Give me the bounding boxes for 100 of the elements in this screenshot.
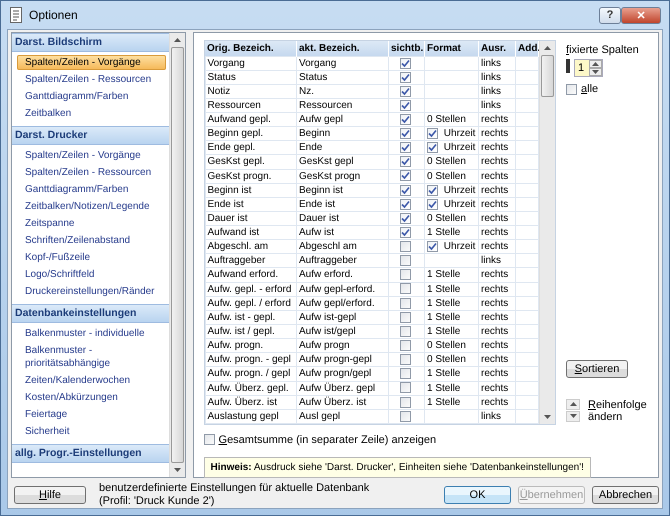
scrollbar-thumb[interactable] xyxy=(541,55,554,97)
checkbox[interactable] xyxy=(400,368,410,380)
checkbox[interactable] xyxy=(427,198,438,210)
checkbox[interactable] xyxy=(400,198,410,210)
section-header[interactable]: Darst. Bildschirm xyxy=(12,33,168,52)
table-cell: Aufwand erford. xyxy=(205,268,296,282)
checkbox[interactable] xyxy=(427,241,438,252)
table-cell: Ressourcen xyxy=(296,98,388,112)
help-button[interactable]: ? xyxy=(599,6,621,24)
format-text: 1 Stelle xyxy=(427,227,460,238)
table-cell: Aufw Überz. ist xyxy=(296,395,388,410)
section-header[interactable]: allg. Progr.-Einstellungen xyxy=(12,444,168,463)
scroll-down-icon[interactable] xyxy=(544,414,551,419)
table-cell: Notiz xyxy=(205,84,296,98)
scroll-up-icon[interactable] xyxy=(174,38,180,42)
table-cell: Beginn ist xyxy=(296,183,388,198)
checkbox[interactable] xyxy=(400,354,410,366)
dialog-button[interactable]: OK xyxy=(444,486,511,504)
checkbox[interactable] xyxy=(427,142,438,154)
table-cell: Aufw gepl-erford. xyxy=(296,282,388,296)
move-down-icon[interactable] xyxy=(570,414,576,418)
checkbox[interactable] xyxy=(400,255,410,266)
checkbox[interactable] xyxy=(427,184,438,196)
table-cell: Auslastung gepl xyxy=(205,409,296,424)
checkbox[interactable] xyxy=(400,283,410,294)
sidebar-item[interactable]: Ganttdiagramm/Farben xyxy=(17,89,166,104)
checkbox[interactable] xyxy=(400,128,410,140)
checkbox[interactable] xyxy=(400,382,410,394)
sidebar-item[interactable]: Sicherheit xyxy=(17,424,166,439)
checkbox[interactable] xyxy=(400,241,410,252)
spin-field[interactable]: 1 xyxy=(574,59,603,77)
move-up-icon[interactable] xyxy=(570,402,576,406)
scrollbar-thumb[interactable] xyxy=(170,47,184,463)
table-cell: Ressourcen xyxy=(205,98,296,112)
table-cell: Ausl gepl xyxy=(296,409,388,424)
sidebar-item[interactable]: Kosten/Abkürzungen xyxy=(17,390,166,405)
sort-button[interactable]: Sortieren xyxy=(566,360,628,378)
checkbox[interactable] xyxy=(400,142,410,154)
section-header[interactable]: Darst. Drucker xyxy=(12,126,168,145)
spin-down-icon[interactable] xyxy=(592,70,599,74)
table-cell: Vorgang xyxy=(205,56,296,70)
column-header: Format xyxy=(424,41,478,56)
table-cell: rechts xyxy=(478,211,516,226)
sidebar-item[interactable]: Spalten/Zeilen - Vorgänge xyxy=(17,55,166,70)
checkbox[interactable] xyxy=(400,156,410,168)
checkbox[interactable] xyxy=(400,298,410,309)
table-cell: Aufw ist xyxy=(296,226,388,240)
checkbox[interactable] xyxy=(400,170,410,182)
table-cell: links xyxy=(478,70,516,84)
sidebar-item[interactable]: Kopf-/Fußzeile xyxy=(17,250,166,265)
sidebar-item[interactable]: Zeitspanne xyxy=(17,216,166,231)
table-cell: Ende ist xyxy=(296,197,388,212)
table-cell: Aufw. progn. / gepl xyxy=(205,366,296,382)
checkbox[interactable] xyxy=(400,100,410,111)
sidebar-item[interactable]: Zeitbalken/Notizen/Legende xyxy=(17,199,166,214)
checkbox[interactable] xyxy=(400,58,410,69)
checkbox[interactable] xyxy=(400,269,410,280)
checkbox[interactable] xyxy=(400,340,410,352)
scrollbar[interactable] xyxy=(168,33,184,477)
checkbox[interactable] xyxy=(400,86,410,97)
sidebar-item[interactable]: Druckereinstellungen/Ränder xyxy=(17,284,166,299)
checkbox[interactable] xyxy=(204,434,214,446)
sidebar-item[interactable]: Schriften/Zeilenabstand xyxy=(17,233,166,248)
scroll-down-icon[interactable] xyxy=(174,468,180,472)
checkbox[interactable] xyxy=(400,212,410,224)
checkbox[interactable] xyxy=(400,184,410,196)
sidebar-item[interactable]: Balkenmuster - prioritätsabhängige xyxy=(17,343,166,371)
sidebar-item[interactable]: Balkenmuster - individuelle xyxy=(17,326,166,341)
scroll-up-icon[interactable] xyxy=(544,46,551,50)
table-cell: Aufw. Überz. ist xyxy=(205,395,296,410)
checkbox[interactable] xyxy=(427,128,438,140)
sidebar-item[interactable]: Ganttdiagramm/Farben xyxy=(17,182,166,197)
checkbox[interactable] xyxy=(400,396,410,408)
table-cell: rechts xyxy=(478,154,516,170)
sidebar-item[interactable]: Logo/Schriftfeld xyxy=(17,267,166,282)
table-cell: Vorgang xyxy=(296,56,388,70)
column-header: akt. Bezeich. xyxy=(296,41,388,56)
sidebar-item[interactable]: Zeiten/Kalenderwochen xyxy=(17,373,166,388)
help-button[interactable]: Hilfe xyxy=(14,486,86,504)
checkbox[interactable] xyxy=(400,114,410,125)
checkbox[interactable] xyxy=(566,84,577,94)
sidebar-item[interactable]: Feiertage xyxy=(17,407,166,422)
spin-up-icon[interactable] xyxy=(592,62,599,66)
checkbox[interactable] xyxy=(400,227,410,238)
dialog-button[interactable]: Abbrechen xyxy=(592,486,659,504)
section-header[interactable]: Datenbankeinstellungen xyxy=(12,304,168,323)
checkbox[interactable] xyxy=(400,72,410,83)
checkbox[interactable] xyxy=(400,312,410,323)
column-header: Ausr. xyxy=(478,41,516,56)
sidebar-item[interactable]: Spalten/Zeilen - Vorgänge xyxy=(17,148,166,163)
format-text: 1 Stelle xyxy=(427,298,460,309)
checkbox[interactable] xyxy=(400,410,410,422)
table-cell: Aufw progn-gepl xyxy=(296,352,388,367)
scrollbar[interactable] xyxy=(539,41,555,424)
sidebar-item[interactable]: Zeitbalken xyxy=(17,106,166,121)
hint-text: Hinweis: Ausdruck siehe 'Darst. Drucker', Einheiten siehe 'Datenbankeinstellungen'! xyxy=(204,456,591,478)
table-cell: rechts xyxy=(478,112,516,127)
sidebar-item[interactable]: Spalten/Zeilen - Ressourcen xyxy=(17,165,166,180)
sidebar-item[interactable]: Spalten/Zeilen - Ressourcen xyxy=(17,72,166,87)
checkbox[interactable] xyxy=(400,326,410,337)
